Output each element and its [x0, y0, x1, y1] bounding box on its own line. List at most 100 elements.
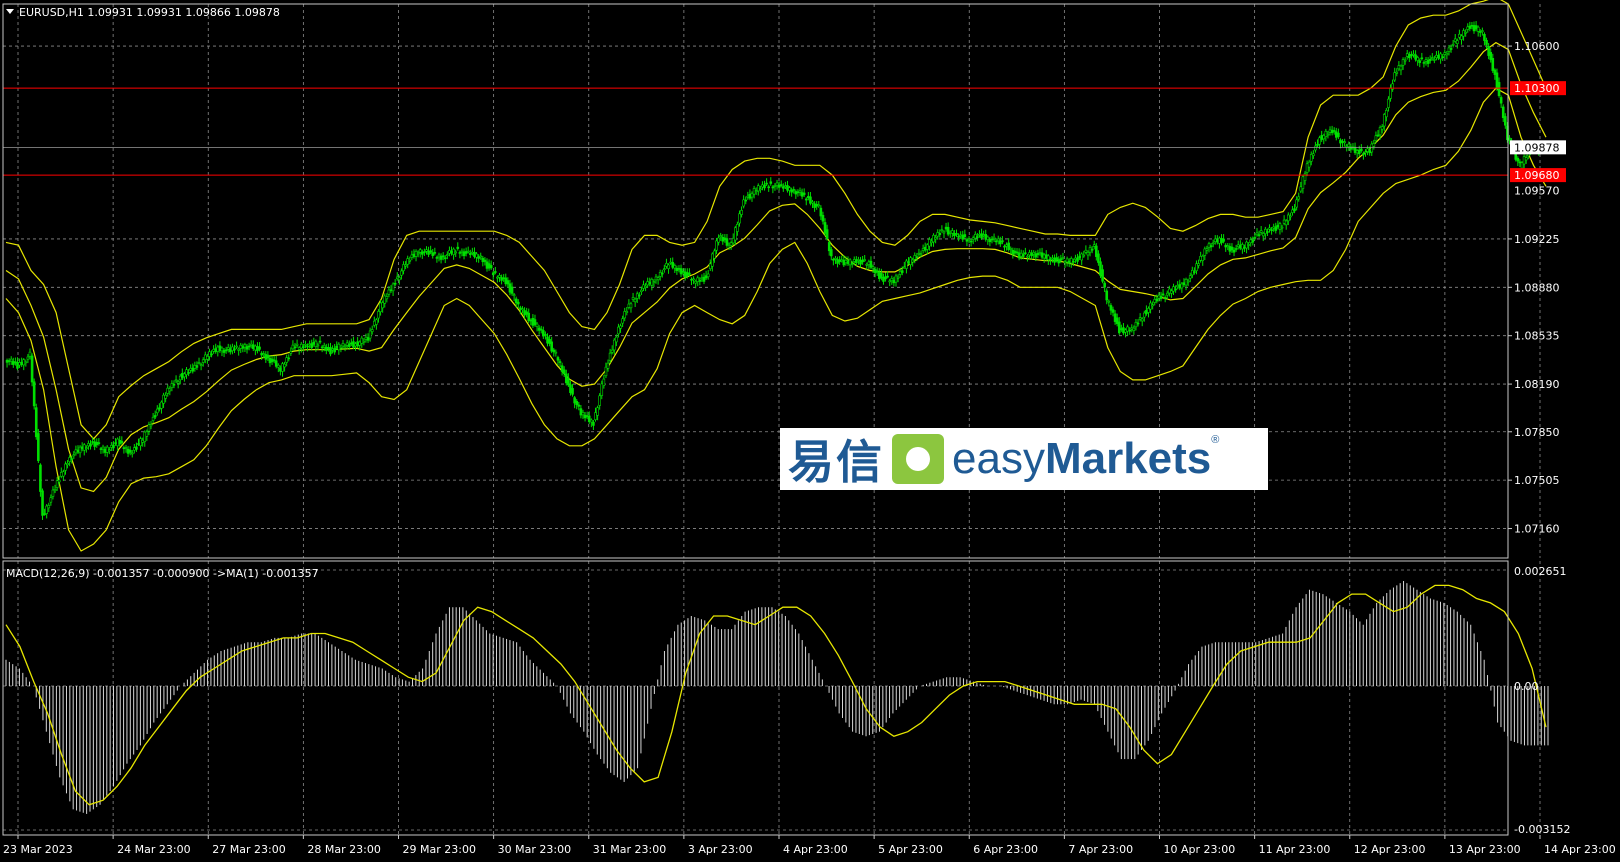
candle-body	[398, 277, 401, 281]
candle-body	[491, 272, 495, 276]
candle-body	[999, 240, 1002, 245]
candle-body	[976, 236, 979, 239]
candle-body	[804, 198, 808, 201]
candle-body	[1443, 52, 1447, 55]
candle-body	[1140, 318, 1144, 322]
candle-body	[648, 281, 652, 285]
candle-body	[1168, 288, 1171, 294]
candle-body	[1249, 239, 1253, 244]
x-tick-label: 13 Apr 23:00	[1449, 843, 1521, 856]
x-tick-label: 12 Apr 23:00	[1354, 843, 1426, 856]
candle-body	[521, 308, 524, 311]
candle-body	[475, 253, 478, 258]
candle-body	[508, 283, 512, 293]
candle-body	[391, 283, 395, 292]
candle-body	[575, 400, 579, 405]
candle-body	[823, 222, 827, 234]
candle-body	[961, 234, 965, 240]
candle-body	[1495, 72, 1499, 89]
candle-body	[272, 359, 276, 362]
candle-body	[216, 346, 220, 352]
candle-body	[425, 249, 428, 252]
candle-body	[291, 344, 295, 350]
candle-body	[516, 301, 520, 305]
candle-body	[1439, 53, 1442, 60]
candle-body	[400, 270, 403, 276]
candle-body	[195, 365, 199, 368]
candle-body	[1017, 252, 1021, 259]
candle-body	[224, 349, 228, 352]
candle-body	[665, 263, 668, 267]
candle-body	[1476, 26, 1480, 32]
candle-body	[859, 259, 862, 265]
candle-body	[1159, 295, 1163, 299]
candle-body	[312, 342, 316, 345]
candle-body	[560, 365, 564, 372]
candle-body	[658, 272, 662, 277]
easymarkets-watermark: 易信 easyMarkets ®	[780, 428, 1268, 490]
candle-body	[1330, 129, 1334, 134]
candle-body	[1097, 253, 1100, 263]
candle-body	[66, 463, 69, 466]
candle-body	[1497, 82, 1501, 96]
candle-body	[1042, 254, 1046, 259]
candle-body	[1362, 153, 1365, 156]
candle-body	[1268, 227, 1271, 230]
candle-body	[32, 381, 36, 407]
candle-body	[1345, 145, 1349, 148]
candle-body	[1370, 143, 1374, 153]
candle-body	[1072, 260, 1075, 263]
candle-body	[1191, 270, 1194, 276]
candle-body	[1120, 328, 1123, 330]
x-tick-label: 7 Apr 23:00	[1068, 843, 1133, 856]
candle-body	[1255, 232, 1259, 236]
candle-body	[1393, 72, 1397, 81]
candle-body	[573, 397, 576, 404]
candle-body	[249, 343, 253, 346]
candle-body	[679, 268, 683, 275]
candle-body	[1028, 252, 1031, 256]
candle-body	[1188, 275, 1192, 279]
candle-body	[49, 497, 53, 503]
candle-body	[1272, 226, 1275, 229]
y-tick-label: 1.09225	[1514, 233, 1560, 246]
candle-body	[525, 311, 528, 315]
candle-body	[965, 239, 969, 242]
candle-body	[1504, 116, 1507, 126]
candle-body	[481, 257, 485, 263]
candle-body	[262, 353, 266, 355]
symbol-header[interactable]: EURUSD,H1 1.09931 1.09931 1.09866 1.0987…	[6, 6, 280, 19]
candle-body	[1314, 145, 1317, 151]
candle-body	[487, 263, 491, 269]
candle-body	[1293, 208, 1296, 212]
candle-body	[133, 447, 136, 451]
candle-body	[395, 276, 399, 280]
candle-body	[1376, 134, 1380, 137]
candle-body	[47, 505, 51, 509]
candle-body	[942, 231, 946, 234]
candle-body	[873, 269, 877, 274]
candle-body	[754, 190, 758, 192]
candle-body	[1339, 139, 1342, 144]
candle-body	[834, 257, 837, 260]
candle-body	[1449, 47, 1453, 50]
candle-body	[917, 252, 921, 255]
candle-body	[116, 438, 119, 447]
candle-body	[446, 254, 449, 256]
macd-y-tick-label: -0.003152	[1514, 823, 1570, 836]
candle-body	[1088, 247, 1092, 253]
candle-body	[489, 265, 493, 269]
candle-body	[784, 185, 787, 188]
candle-body	[220, 347, 224, 352]
candle-body	[610, 349, 614, 353]
candle-body	[836, 259, 839, 264]
candle-body	[786, 185, 789, 191]
candle-body	[988, 239, 992, 243]
candle-body	[1207, 243, 1211, 248]
candle-body	[1128, 329, 1131, 332]
candle-body	[41, 490, 44, 516]
candle-body	[519, 307, 522, 310]
candle-body	[1234, 248, 1238, 250]
candle-body	[1261, 233, 1265, 237]
candle-body	[295, 343, 299, 346]
